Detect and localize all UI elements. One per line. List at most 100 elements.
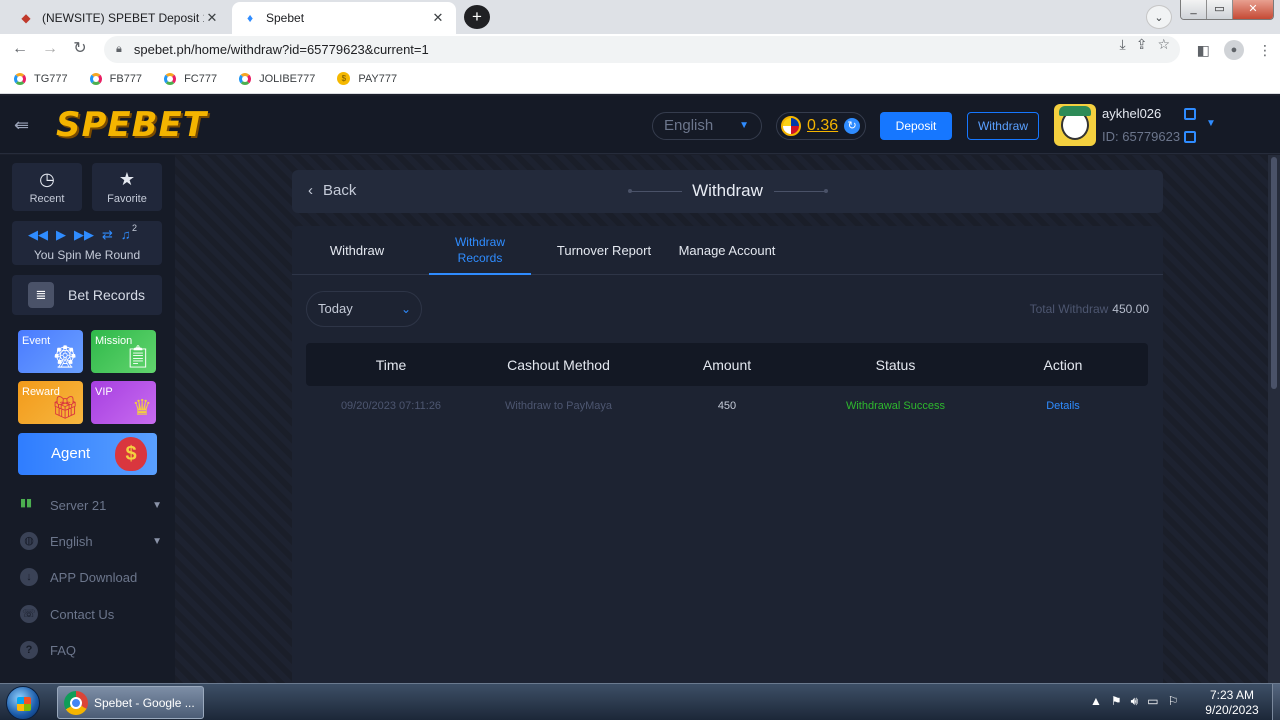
- page-scrollbar[interactable]: [1268, 155, 1280, 683]
- side-panel-icon[interactable]: ◧: [1197, 42, 1210, 59]
- bookmarks-bar: TG777 FB777 FC777 JOLIBE777 $ PAY777: [0, 64, 1280, 94]
- bet-records-icon: ≣: [28, 282, 54, 308]
- bookmark-jolibe777[interactable]: JOLIBE777: [239, 72, 315, 85]
- show-desktop-button[interactable]: [1272, 684, 1280, 720]
- sidebar: ◷ Recent ★ Favorite ◀◀ ▶ ▶▶ ⇄ ♫ 2 You Sp…: [0, 155, 175, 683]
- withdraw-tabs: Withdraw Withdraw Records Turnover Repor…: [292, 226, 1163, 275]
- profile-icon[interactable]: ●: [1224, 40, 1244, 60]
- minimize-button[interactable]: _: [1181, 0, 1207, 19]
- sidebar-contact[interactable]: ☏ Contact Us: [20, 603, 170, 625]
- download-icon: ↓: [20, 568, 38, 586]
- withdraw-panel: Withdraw Withdraw Records Turnover Repor…: [292, 226, 1163, 683]
- forward-arrow-icon[interactable]: →: [40, 39, 60, 59]
- table-row: 09/20/2023 07:11:26 Withdraw to PayMaya …: [306, 394, 1148, 418]
- total-withdraw: Total Withdraw 450.00: [1029, 302, 1149, 316]
- balance-amount[interactable]: 0.36: [807, 117, 838, 135]
- clock-date: 9/20/2023: [1205, 703, 1259, 717]
- menu-kebab-icon[interactable]: ⋮: [1258, 42, 1272, 59]
- bookmark-ring-icon: [239, 72, 252, 85]
- username: aykhel026: [1102, 106, 1162, 121]
- volume-icon[interactable]: 🔊︎: [1131, 694, 1139, 709]
- promo-reward[interactable]: Reward 🎁︎: [18, 381, 83, 424]
- tab-withdraw-records[interactable]: Withdraw Records: [429, 226, 531, 275]
- sidebar-faq[interactable]: ? FAQ: [20, 639, 170, 661]
- collapse-sidebar-icon[interactable]: ⇚: [14, 115, 29, 136]
- sidebar-language[interactable]: ◍ English ▼: [20, 530, 170, 552]
- security-icon[interactable]: ⚑: [1111, 694, 1122, 709]
- browser-tab-newsite[interactable]: ◆ (NEWSITE) SPEBET Deposit 100 G ✕: [8, 2, 230, 34]
- close-tab-icon[interactable]: ✕: [204, 10, 220, 26]
- taskbar-clock[interactable]: 7:23 AM 9/20/2023: [1200, 688, 1264, 718]
- withdraw-button[interactable]: Withdraw: [967, 112, 1039, 140]
- rewind-icon[interactable]: ◀◀: [28, 227, 48, 243]
- browser-tab-spebet[interactable]: ♦ Spebet ✕: [232, 2, 456, 34]
- page-title: Withdraw: [692, 181, 763, 200]
- promo-vip[interactable]: VIP ♛: [91, 381, 156, 424]
- copy-username-icon[interactable]: [1184, 108, 1196, 120]
- promo-mission[interactable]: Mission 📋︎: [91, 330, 156, 373]
- row-status: Withdrawal Success: [845, 400, 946, 412]
- spebet-logo[interactable]: SPEBET: [56, 105, 207, 145]
- start-button[interactable]: [6, 686, 40, 720]
- music-player: ◀◀ ▶ ▶▶ ⇄ ♫ 2 You Spin Me Round: [12, 221, 162, 265]
- close-tab-icon[interactable]: ✕: [430, 10, 446, 26]
- bookmark-pay777[interactable]: $ PAY777: [337, 72, 397, 85]
- spebet-favicon-icon: ♦: [246, 11, 254, 25]
- bookmark-star-icon[interactable]: ☆: [1157, 36, 1170, 53]
- bookmark-fc777[interactable]: FC777: [164, 72, 217, 85]
- column-amount: Amount: [702, 356, 752, 373]
- promo-event[interactable]: Event 🎡︎: [18, 330, 83, 373]
- maximize-button[interactable]: ▭: [1207, 0, 1233, 19]
- tab-manage-account[interactable]: Manage Account: [672, 226, 782, 275]
- date-filter-select[interactable]: Today ⌄: [306, 291, 422, 327]
- star-icon: ★: [118, 169, 136, 189]
- sidebar-recent[interactable]: ◷ Recent: [12, 163, 82, 211]
- tab-title: (NEWSITE) SPEBET Deposit 100 G: [42, 11, 204, 25]
- reload-icon[interactable]: ↻: [70, 39, 90, 59]
- play-icon[interactable]: ▶: [56, 227, 66, 243]
- clock-icon: ◷: [39, 169, 55, 189]
- refresh-balance-icon[interactable]: ↻: [844, 118, 861, 134]
- fast-forward-icon[interactable]: ▶▶: [74, 227, 94, 243]
- action-center-flag-icon[interactable]: ⚐: [1168, 694, 1179, 709]
- agent-button[interactable]: Agent $: [18, 433, 157, 475]
- tray-expand-icon[interactable]: ▲: [1090, 694, 1102, 709]
- bookmark-tg777[interactable]: TG777: [14, 72, 68, 85]
- omnibox-actions: ⤓ ⇪ ☆: [1120, 36, 1171, 53]
- row-details-link[interactable]: Details: [978, 400, 1148, 412]
- tab-withdraw[interactable]: Withdraw: [312, 226, 402, 275]
- clock-time: 7:23 AM: [1209, 688, 1255, 702]
- install-icon[interactable]: ⤓: [1120, 36, 1126, 53]
- taskbar-chrome-item[interactable]: Spebet - Google ...: [57, 686, 204, 719]
- tab-search-chevron-icon[interactable]: ⌄: [1146, 5, 1172, 29]
- share-icon[interactable]: ⇪: [1136, 36, 1148, 53]
- tab-turnover-report[interactable]: Turnover Report: [549, 226, 659, 275]
- repeat-icon[interactable]: ⇄: [102, 227, 113, 243]
- browser-toolbar: ← → ↻ 🔒︎ spebet.ph/home/withdraw?id=6577…: [0, 34, 1280, 64]
- table-header: Time Cashout Method Amount Status Action: [306, 343, 1148, 386]
- window-controls: _ ▭ ✕: [1180, 0, 1274, 20]
- scrollbar-thumb[interactable]: [1271, 157, 1277, 389]
- row-method: Withdraw to PayMaya: [505, 400, 612, 412]
- close-window-button[interactable]: ✕: [1233, 0, 1273, 19]
- sidebar-server[interactable]: ▮▮ Server 21 ▼: [20, 494, 170, 516]
- address-bar[interactable]: 🔒︎ spebet.ph/home/withdraw?id=65779623&c…: [104, 36, 1180, 63]
- deposit-button[interactable]: Deposit: [880, 112, 952, 140]
- language-select[interactable]: English ▼: [652, 112, 762, 140]
- page-titlebar: ‹ Back Withdraw: [292, 170, 1163, 213]
- copy-id-icon[interactable]: [1184, 131, 1196, 143]
- system-tray: ▲ ⚑ 🔊︎ ▭ ⚐: [1090, 694, 1178, 709]
- toolbar-right: ◧ ● ⋮: [1197, 40, 1272, 60]
- back-arrow-icon[interactable]: ←: [10, 39, 30, 59]
- new-tab-button[interactable]: +: [464, 5, 490, 29]
- bookmark-fb777[interactable]: FB777: [89, 72, 142, 85]
- user-menu-chevron-icon[interactable]: ▼: [1206, 118, 1216, 129]
- sidebar-favorite[interactable]: ★ Favorite: [92, 163, 162, 211]
- bookmark-ring-icon: [164, 72, 177, 85]
- bookmark-ring-icon: [89, 72, 102, 85]
- sidebar-app-download[interactable]: ↓ APP Download: [20, 566, 170, 588]
- network-icon[interactable]: ▭: [1147, 694, 1158, 709]
- playlist-icon[interactable]: ♫: [121, 227, 131, 243]
- avatar[interactable]: [1054, 104, 1096, 146]
- sidebar-bet-records[interactable]: ≣ Bet Records: [12, 275, 162, 315]
